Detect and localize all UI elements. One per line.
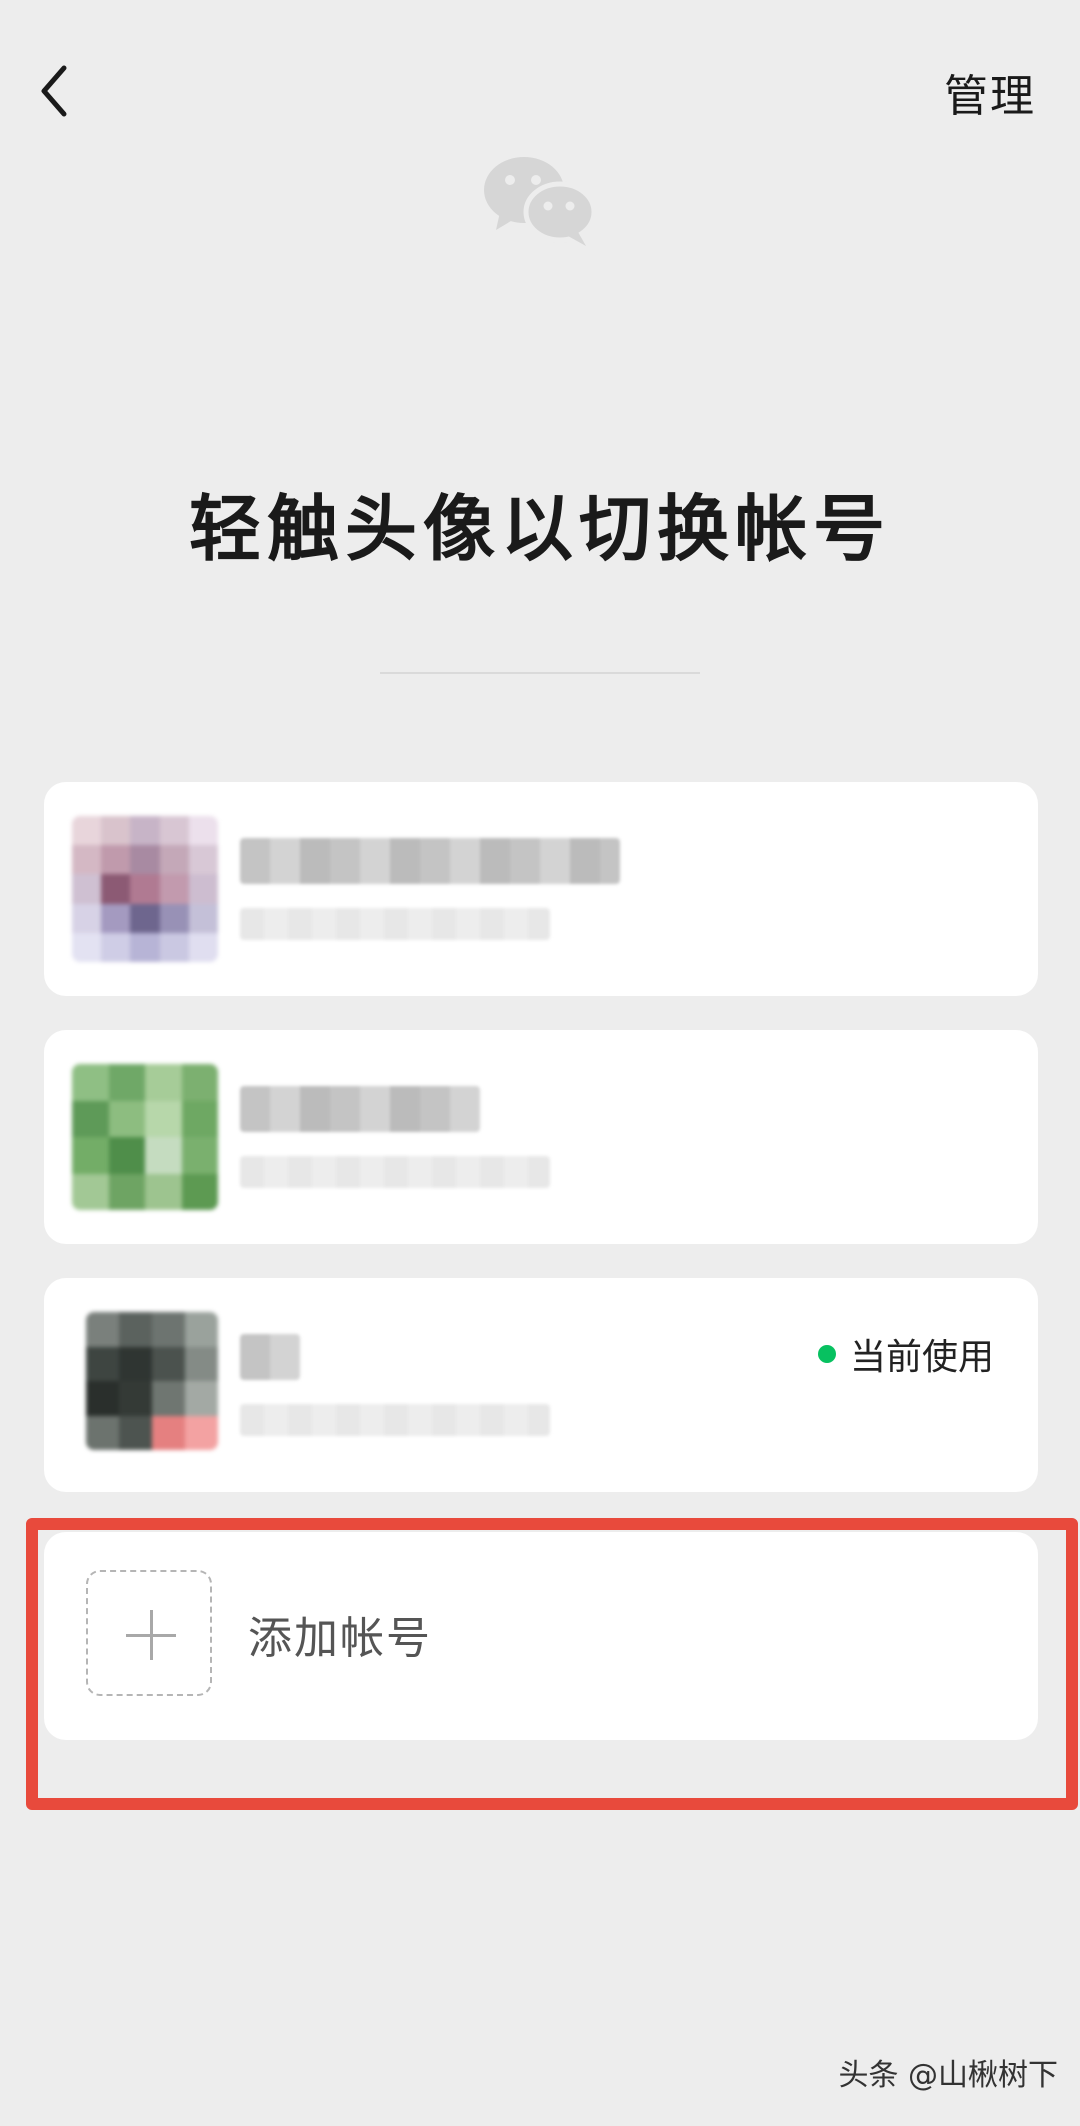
- account-card-3[interactable]: 当前使用: [44, 1278, 1038, 1492]
- page-title: 轻触头像以切换帐号: [188, 487, 891, 571]
- account-id: [240, 1404, 550, 1436]
- avatar: [72, 816, 218, 962]
- account-name: [240, 838, 620, 884]
- avatar: [86, 1312, 218, 1450]
- account-name: [240, 1086, 480, 1132]
- plus-icon: [86, 1570, 212, 1696]
- status-dot: [817, 1345, 836, 1363]
- status-label: 当前使用: [849, 1337, 994, 1378]
- back-button[interactable]: [30, 56, 90, 126]
- account-card-1[interactable]: [44, 782, 1038, 996]
- wechat-logo-icon: [482, 150, 602, 250]
- divider: [380, 672, 700, 674]
- add-account-button[interactable]: 添加帐号: [44, 1532, 1038, 1740]
- avatar: [72, 1064, 218, 1210]
- account-id: [240, 1156, 550, 1188]
- account-card-2[interactable]: [44, 1030, 1038, 1244]
- manage-button[interactable]: 管理: [944, 60, 1036, 124]
- account-id: [240, 908, 550, 940]
- current-account-badge: 当前使用: [817, 1328, 994, 1380]
- account-name: [240, 1334, 300, 1380]
- add-account-label: 添加帐号: [248, 1613, 432, 1664]
- watermark: 头条 @山楸树下: [838, 2058, 1058, 2093]
- chevron-left-icon: [41, 65, 67, 117]
